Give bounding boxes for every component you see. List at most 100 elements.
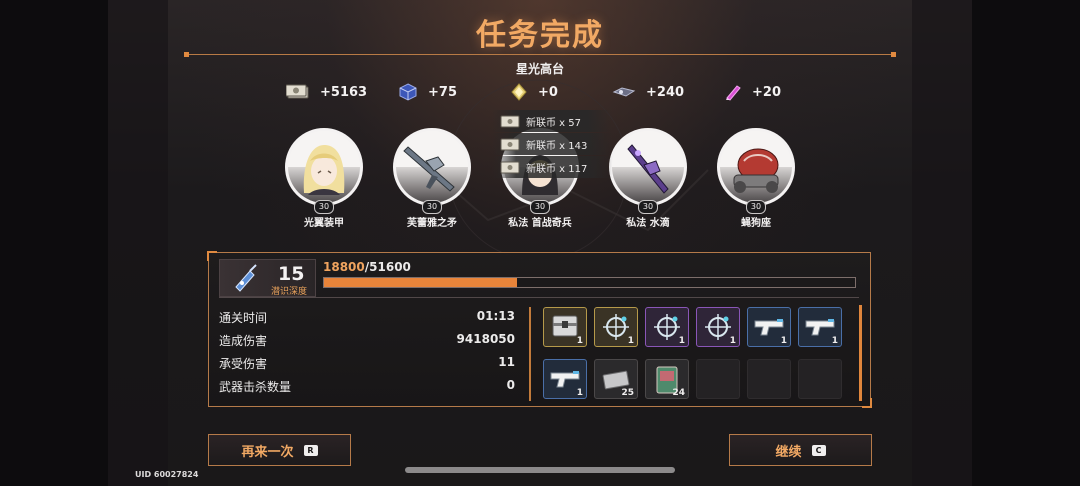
purple-rifle-icon bbox=[627, 144, 669, 194]
weapon-name: 芙蕾雅之矛 bbox=[407, 218, 457, 229]
depth-level-label: 潜识深度 bbox=[271, 287, 308, 297]
xp-max: 51600 bbox=[369, 260, 411, 274]
cash-icon bbox=[286, 84, 309, 99]
loot-slot[interactable]: 1 bbox=[696, 307, 740, 347]
loot-slot[interactable]: 1 bbox=[645, 307, 689, 347]
stat-label: 承受伤害 bbox=[219, 357, 268, 371]
reward-drone-value: +240 bbox=[646, 84, 685, 100]
reward-drone: +240 bbox=[612, 82, 684, 102]
xp-progress-bar bbox=[323, 277, 856, 288]
loot-scrollbar[interactable] bbox=[859, 305, 862, 401]
character-portrait-frame bbox=[285, 128, 363, 206]
blonde-character-portrait bbox=[303, 145, 345, 195]
retry-button[interactable]: 再来一次 R bbox=[208, 434, 351, 466]
continue-key-hint: C bbox=[811, 444, 826, 456]
reward-cash: +5163 bbox=[286, 82, 367, 102]
stats-list: 通关时间 01:13 造成伤害 9418050 承受伤害 11 武器击杀数量 0 bbox=[219, 307, 515, 399]
depth-level-value: 15 bbox=[278, 263, 305, 285]
character-level-badge: 30 bbox=[530, 200, 550, 214]
stat-row: 承受伤害 11 bbox=[219, 353, 515, 376]
crystal-icon bbox=[511, 83, 527, 101]
continue-label: 继续 bbox=[775, 444, 802, 460]
loot-slot[interactable]: 1 bbox=[798, 307, 842, 347]
weapon-level-badge: 30 bbox=[638, 200, 658, 214]
red-mech-icon bbox=[733, 148, 779, 193]
retry-label: 再来一次 bbox=[241, 444, 294, 460]
weapon-portrait-frame bbox=[609, 128, 687, 206]
character-level-badge: 30 bbox=[314, 200, 334, 214]
xp-readout: 18800/51600 bbox=[323, 260, 411, 274]
loot-count: 1 bbox=[831, 336, 838, 346]
loot-slot[interactable]: 1 bbox=[543, 307, 587, 347]
team-member-5[interactable]: 30 蝇狗座 bbox=[711, 128, 801, 229]
mech-portrait-frame bbox=[717, 128, 795, 206]
panel-divider bbox=[219, 297, 859, 298]
crayon-icon bbox=[726, 85, 741, 101]
stat-label: 通关时间 bbox=[219, 311, 268, 325]
loot-slot[interactable]: 1 bbox=[747, 307, 791, 347]
character-name: 光翼装甲 bbox=[304, 218, 344, 229]
stat-value: 9418050 bbox=[456, 332, 515, 346]
loot-slot[interactable]: 25 bbox=[594, 359, 638, 399]
column-divider bbox=[529, 307, 531, 401]
team-member-1[interactable]: 30 光翼装甲 bbox=[279, 128, 369, 229]
results-panel: 15 潜识深度 18800/51600 通关时间 01:13 造成伤害 9418… bbox=[207, 251, 872, 408]
drop-label: 新联币 x 143 bbox=[526, 140, 588, 152]
reward-crayon: +20 bbox=[724, 82, 781, 102]
stat-value: 11 bbox=[498, 355, 515, 369]
cash-icon bbox=[500, 138, 520, 150]
weapon-portrait-frame bbox=[393, 128, 471, 206]
loot-count: 1 bbox=[576, 336, 583, 346]
loot-count: 1 bbox=[627, 336, 634, 346]
stat-value: 01:13 bbox=[476, 309, 515, 323]
stat-label: 造成伤害 bbox=[219, 334, 268, 348]
stat-value: 0 bbox=[506, 378, 515, 392]
loot-slot[interactable]: 24 bbox=[645, 359, 689, 399]
loot-slot[interactable]: 1 bbox=[594, 307, 638, 347]
retry-key-hint: R bbox=[303, 444, 318, 456]
title-divider bbox=[184, 52, 896, 57]
reward-cash-value: +5163 bbox=[320, 84, 368, 100]
drone-icon bbox=[612, 87, 636, 97]
stat-row: 武器击杀数量 0 bbox=[219, 376, 515, 399]
weapon-level-badge: 30 bbox=[422, 200, 442, 214]
drop-notifications: 新联币 x 57 新联币 x 143 新联币 x 117 bbox=[492, 110, 612, 179]
drop-label: 新联币 x 117 bbox=[526, 163, 588, 175]
syringe-icon bbox=[235, 264, 257, 292]
empty-loot-slot bbox=[798, 359, 842, 399]
empty-loot-slot bbox=[696, 359, 740, 399]
team-member-2[interactable]: 30 芙蕾雅之矛 bbox=[387, 128, 477, 229]
cash-icon bbox=[500, 161, 520, 173]
continue-button[interactable]: 继续 C bbox=[729, 434, 872, 466]
loot-count: 25 bbox=[621, 388, 634, 398]
reward-crystal-value: +0 bbox=[538, 84, 558, 100]
reward-crystal: +0 bbox=[510, 82, 558, 102]
mech-level-badge: 30 bbox=[746, 200, 766, 214]
drop-item: 新联币 x 117 bbox=[492, 156, 612, 178]
stat-label: 武器击杀数量 bbox=[219, 380, 292, 394]
rifle-weapon-icon bbox=[403, 146, 455, 192]
loot-count: 1 bbox=[678, 336, 685, 346]
reward-summary: +5163 +75 +0 +240 +20 bbox=[0, 82, 1080, 102]
depth-badge: 15 潜识深度 bbox=[219, 259, 316, 297]
team-member-4[interactable]: 30 私法 水滴 bbox=[603, 128, 693, 229]
home-indicator[interactable] bbox=[405, 467, 675, 473]
stage-name: 星光高台 bbox=[515, 62, 564, 76]
character-name: 私法 首战奇兵 bbox=[508, 218, 572, 229]
stat-row: 通关时间 01:13 bbox=[219, 307, 515, 330]
reward-cube-value: +75 bbox=[428, 84, 457, 100]
mech-name: 蝇狗座 bbox=[741, 218, 771, 229]
page-title: 任务完成 bbox=[476, 18, 604, 53]
loot-count: 1 bbox=[576, 388, 583, 398]
loot-count: 24 bbox=[672, 388, 685, 398]
cash-icon bbox=[500, 115, 520, 127]
loot-count: 1 bbox=[780, 336, 787, 346]
xp-progress-fill bbox=[324, 278, 518, 287]
empty-loot-slot bbox=[747, 359, 791, 399]
drop-label: 新联币 x 57 bbox=[526, 117, 581, 129]
reward-cube: +75 bbox=[398, 82, 457, 102]
stat-row: 造成伤害 9418050 bbox=[219, 330, 515, 353]
drop-item: 新联币 x 143 bbox=[492, 133, 612, 155]
reward-crayon-value: +20 bbox=[752, 84, 781, 100]
loot-slot[interactable]: 1 bbox=[543, 359, 587, 399]
